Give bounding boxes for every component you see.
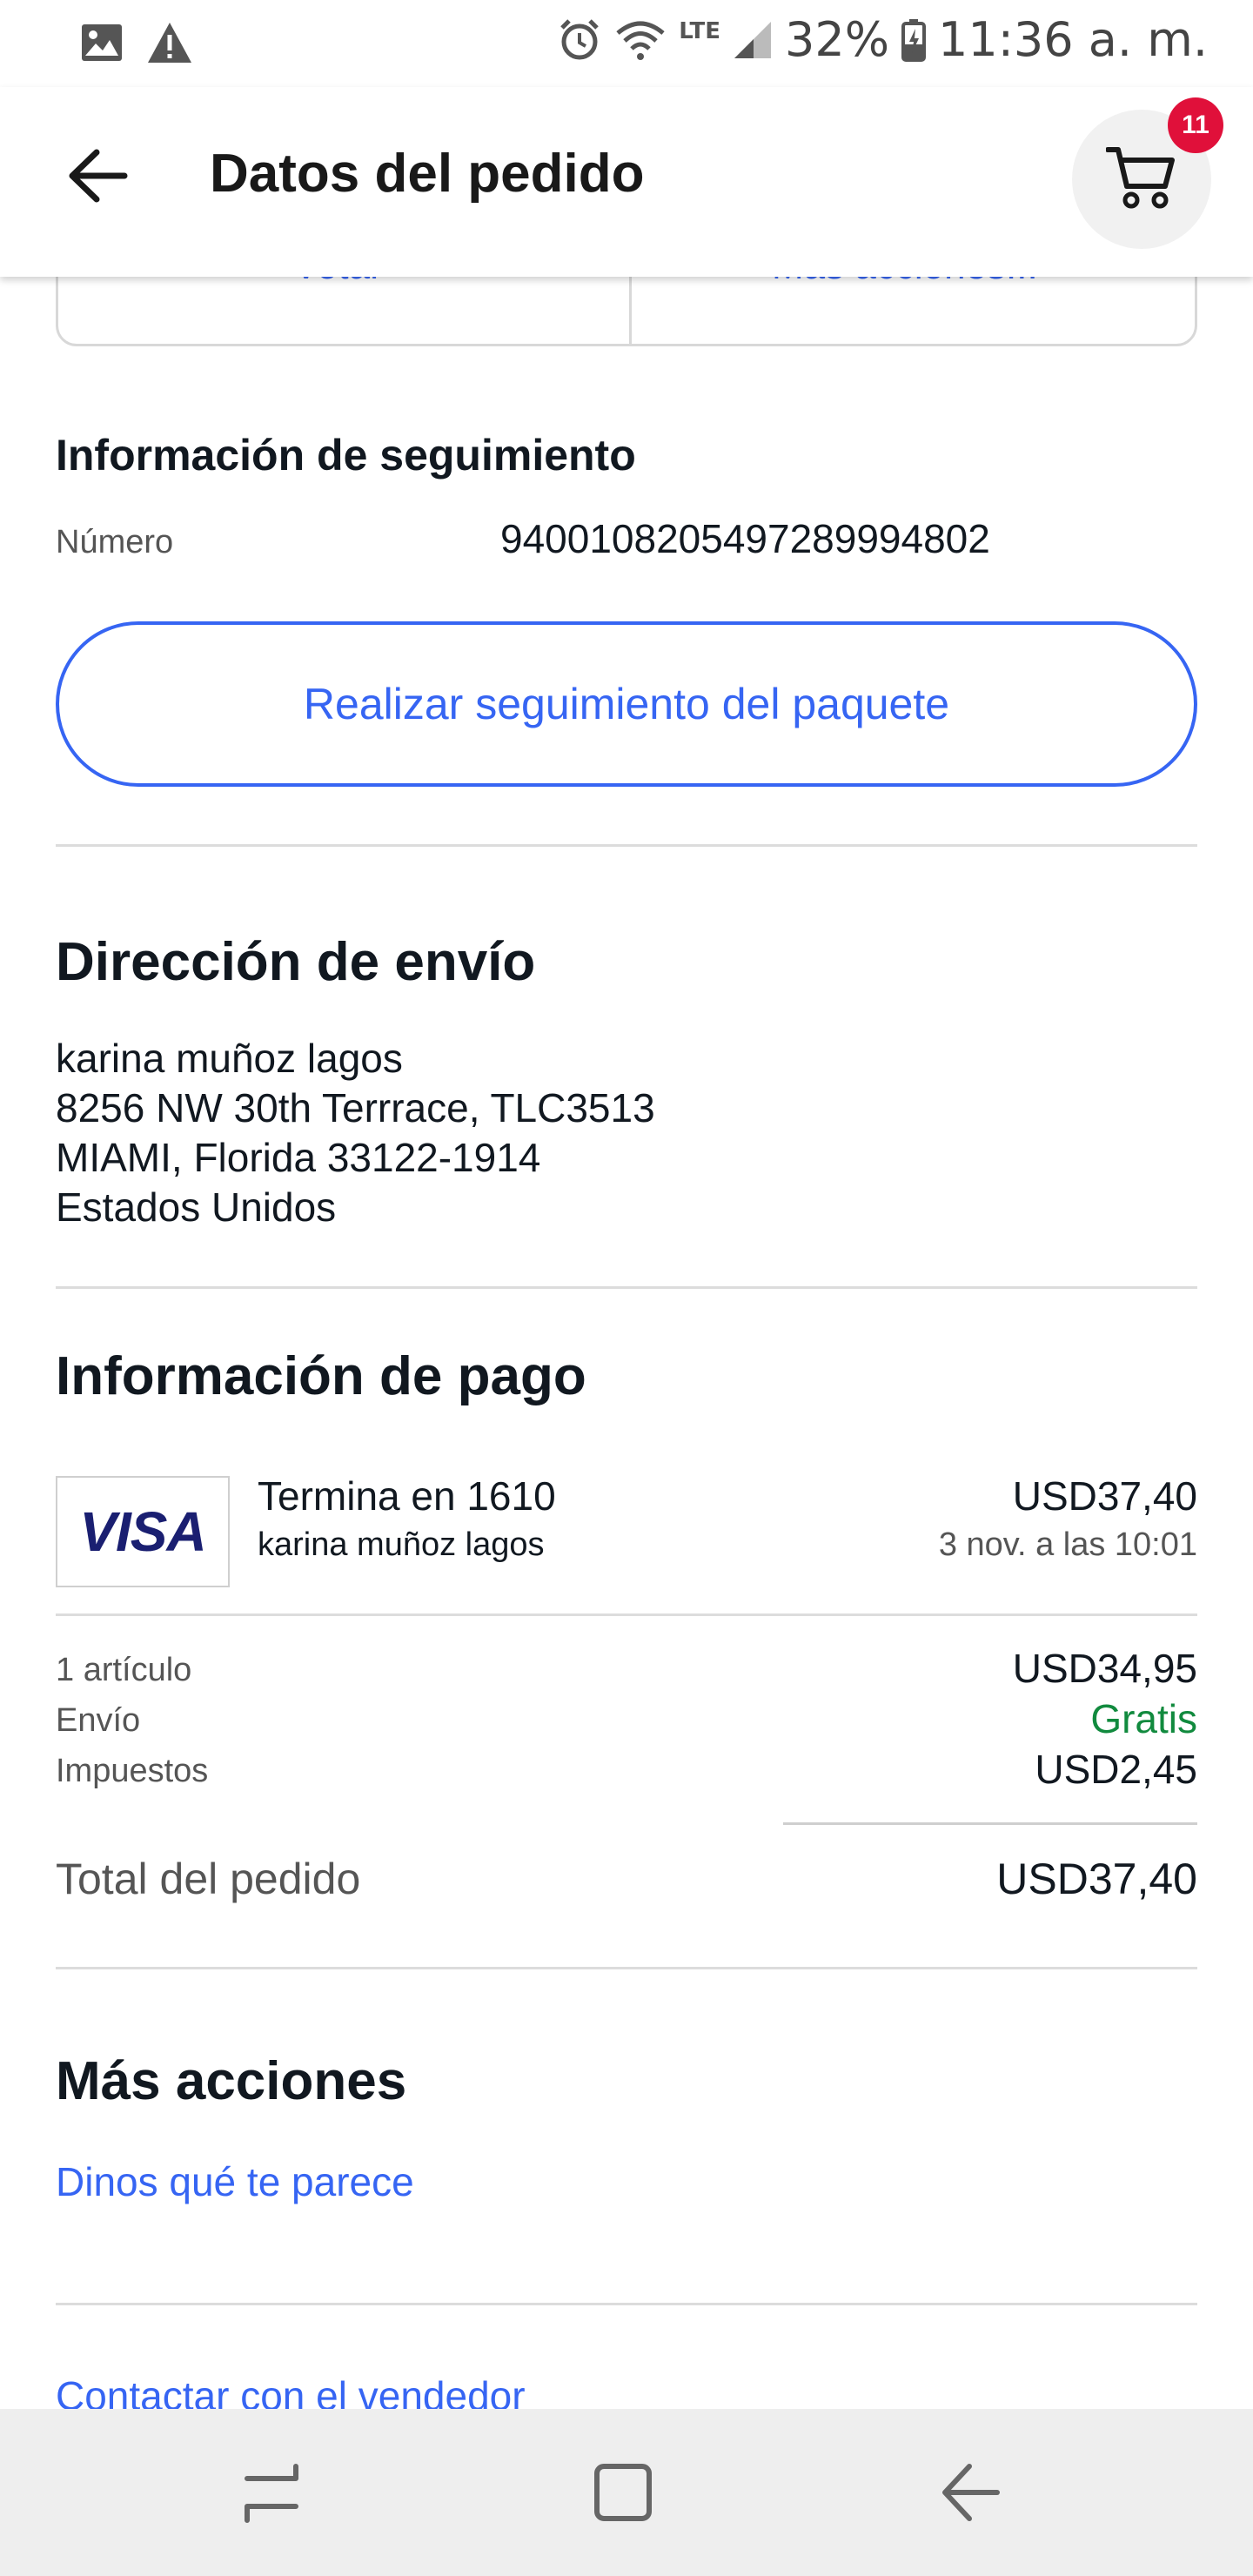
summary-label-shipping: Envío bbox=[56, 1702, 141, 1739]
network-type: LTE bbox=[679, 17, 720, 44]
more-actions-title: Más acciones bbox=[56, 2051, 407, 2111]
payment-amount: USD37,40 bbox=[1012, 1473, 1197, 1519]
recent-apps-icon bbox=[238, 2459, 305, 2530]
shipping-address: karina muñoz lagos 8256 NW 30th Terrrace… bbox=[56, 1034, 655, 1232]
summary-value-items: USD34,95 bbox=[1012, 1646, 1197, 1691]
summary-value-taxes: USD2,45 bbox=[1035, 1747, 1197, 1792]
visa-logo: VISA bbox=[56, 1476, 230, 1587]
home-button[interactable] bbox=[580, 2451, 667, 2538]
clock: 11:36 a. m. bbox=[938, 12, 1208, 67]
card-divider bbox=[629, 277, 632, 344]
status-bar: LTE 32% 11:36 a. m. bbox=[0, 0, 1253, 87]
image-icon bbox=[80, 23, 124, 63]
back-arrow-icon bbox=[938, 2459, 1004, 2530]
more-actions-button[interactable]: Más acciones... bbox=[772, 277, 1038, 288]
summary-value-shipping: Gratis bbox=[1090, 1696, 1197, 1741]
contact-seller-link[interactable]: Contactar con el vendedor bbox=[56, 2372, 526, 2409]
card-holder: karina muñoz lagos bbox=[258, 1526, 545, 1563]
total-value: USD37,40 bbox=[996, 1855, 1197, 1903]
address-line: Estados Unidos bbox=[56, 1184, 337, 1230]
page-title: Datos del pedido bbox=[210, 144, 645, 204]
vote-button[interactable]: Votar bbox=[293, 277, 383, 288]
status-left-icons bbox=[80, 21, 193, 64]
payment-title: Información de pago bbox=[56, 1346, 586, 1406]
order-details-content: Votar Más acciones... Información de seg… bbox=[0, 277, 1253, 2409]
address-line: MIAMI, Florida 33122-1914 bbox=[56, 1135, 541, 1180]
address-line: karina muñoz lagos bbox=[56, 1036, 403, 1081]
alarm-icon bbox=[557, 17, 602, 63]
previous-actions-card: Votar Más acciones... bbox=[56, 277, 1197, 346]
battery-icon bbox=[901, 18, 927, 62]
warning-icon bbox=[146, 21, 193, 64]
divider bbox=[56, 1613, 1197, 1616]
tracking-number-value: 9400108205497289994802 bbox=[500, 516, 990, 561]
feedback-link[interactable]: Dinos qué te parece bbox=[56, 2158, 414, 2205]
payment-date: 3 nov. a las 10:01 bbox=[938, 1526, 1197, 1563]
app-bar: Datos del pedido 11 bbox=[0, 87, 1253, 277]
home-icon bbox=[592, 2461, 654, 2528]
divider bbox=[56, 2303, 1197, 2305]
battery-percent: 32% bbox=[784, 12, 890, 67]
divider bbox=[56, 1286, 1197, 1289]
tracking-title: Información de seguimiento bbox=[56, 431, 636, 480]
status-right: LTE 32% 11:36 a. m. bbox=[557, 12, 1208, 67]
wifi-icon bbox=[614, 17, 667, 63]
summary-label-items: 1 artículo bbox=[56, 1652, 192, 1688]
address-line: 8256 NW 30th Terrrace, TLC3513 bbox=[56, 1085, 655, 1130]
divider bbox=[56, 1967, 1197, 1969]
total-label: Total del pedido bbox=[56, 1855, 361, 1903]
signal-icon bbox=[733, 20, 773, 60]
total-divider bbox=[783, 1822, 1197, 1825]
summary-label-taxes: Impuestos bbox=[56, 1753, 209, 1789]
system-back-button[interactable] bbox=[928, 2451, 1015, 2538]
system-nav-bar bbox=[0, 2409, 1253, 2576]
card-ending: Termina en 1610 bbox=[258, 1473, 556, 1519]
track-package-button[interactable]: Realizar seguimiento del paquete bbox=[56, 621, 1197, 787]
shipping-title: Dirección de envío bbox=[56, 932, 536, 992]
tracking-number-label: Número bbox=[56, 524, 174, 560]
arrow-left-icon bbox=[67, 149, 128, 207]
cart-badge: 11 bbox=[1168, 97, 1223, 153]
cart-icon bbox=[1105, 144, 1177, 215]
back-button[interactable] bbox=[57, 138, 137, 218]
card-brand: VISA bbox=[79, 1500, 206, 1563]
recent-apps-button[interactable] bbox=[228, 2451, 315, 2538]
divider bbox=[56, 844, 1197, 847]
